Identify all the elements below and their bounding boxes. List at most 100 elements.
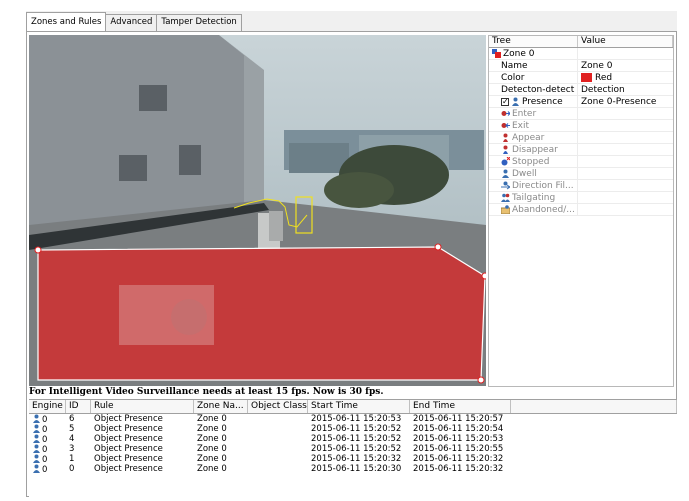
tree-row[interactable]: Exit [489,119,673,132]
event-cell-start: 2015-06-11 15:20:32 [308,454,410,464]
tab-tamper-detection[interactable]: Tamper Detection [156,14,242,31]
value-column-header[interactable]: Value [578,36,673,47]
tree-row[interactable]: Dwell [489,167,673,180]
event-cell-object-class [248,454,308,464]
tree-row[interactable]: Color Red [489,71,673,84]
camera-scene [29,35,486,386]
person-icon [32,454,41,463]
tree-cell-value[interactable]: Zone 0 [578,61,673,71]
event-cell-end: 2015-06-11 15:20:53 [410,434,511,444]
event-cell-text: Object Presence [94,444,163,454]
tree-cell-label: Stopped [489,155,578,168]
tree-column-header[interactable]: Tree [489,36,578,47]
dwell-icon [501,169,510,178]
event-cell-zone: Zone 0 [194,424,248,434]
tree-row[interactable]: Detecton-detect Detection [489,83,673,96]
event-cell-text: 2015-06-11 15:20:54 [413,424,504,434]
col-id[interactable]: ID [66,400,91,413]
tree-row[interactable]: ✓ Presence Zone 0-Presence [489,95,673,108]
tab-advanced[interactable]: Advanced [105,14,158,31]
event-cell-text: 2015-06-11 15:20:52 [311,424,402,434]
event-cell-object-class [248,434,308,444]
fps-status-text: For Intelligent Video Surveillance needs… [29,387,384,397]
tree-row-label: Direction Fil... [512,180,574,191]
tree-row[interactable]: Abandoned/... [489,203,673,216]
camera-view[interactable] [29,35,486,386]
tree-cell-label: Color [489,71,578,84]
enter-icon [501,109,511,118]
tree-cell-label: Direction Fil... [489,179,578,192]
event-row[interactable]: 0 5 Object Presence Zone 0 2015-06-11 15:20:… [29,424,677,434]
col-end-time[interactable]: End Time [410,400,511,413]
col-engine[interactable]: Engine [29,400,66,413]
event-cell-text: 3 [69,444,75,454]
tree-row[interactable]: Enter [489,107,673,120]
tree-row[interactable]: Tailgating [489,191,673,204]
tree-row[interactable]: Appear [489,131,673,144]
tree-row[interactable]: Name Zone 0 [489,59,673,72]
rule-checkbox[interactable]: ✓ [501,97,509,106]
direction-filter-icon [501,181,511,190]
col-start-time[interactable]: Start Time [308,400,410,413]
event-cell-start: 2015-06-11 15:20:30 [308,464,410,474]
col-filler [511,400,677,413]
tree-cell-label: Appear [489,131,578,144]
color-swatch [581,73,592,82]
rule-tree-grid: Tree Value Zone 0 Name Zone 0 Color Red Detec… [488,35,674,387]
tree-row-label: Appear [512,132,545,143]
event-cell-end: 2015-06-11 15:20:55 [410,444,511,454]
tree-cell-label: Exit [489,119,578,132]
tab-zones-and-rules[interactable]: Zones and Rules [26,12,107,31]
event-cell-text: 6 [69,414,75,424]
event-cell-id: 4 [66,434,91,444]
tab-bar: Zones and Rules Advanced Tamper Detectio… [26,12,242,32]
tree-cell-value[interactable]: Detection [578,85,673,95]
event-cell-text: 2015-06-11 15:20:52 [311,444,402,454]
event-cell-text: Zone 0 [197,424,227,434]
stopped-icon [501,156,511,166]
col-rule[interactable]: Rule [91,400,194,413]
events-table: Engine ID Rule Zone Na... Object Class S… [29,399,677,497]
tailgating-icon [501,193,510,202]
tree-row[interactable]: Direction Fil... [489,179,673,192]
tree-row[interactable]: Zone 0 [489,47,673,60]
event-cell-start: 2015-06-11 15:20:53 [308,414,410,424]
event-cell-zone: Zone 0 [194,414,248,424]
event-cell-text: 0 [42,445,48,454]
event-cell-rule: Object Presence [91,414,194,424]
event-cell-object-class [248,464,308,474]
tree-row-value: Zone 0 [581,60,613,71]
person-icon [32,444,41,453]
event-cell-text: 2015-06-11 15:20:55 [413,444,504,454]
event-row[interactable]: 0 0 Object Presence Zone 0 2015-06-11 15:20:… [29,464,677,474]
event-row[interactable]: 0 6 Object Presence Zone 0 2015-06-11 15:20:… [29,414,677,424]
event-cell-rule: Object Presence [91,454,194,464]
event-row[interactable]: 0 4 Object Presence Zone 0 2015-06-11 15:20:… [29,434,677,444]
event-cell-end: 2015-06-11 15:20:54 [410,424,511,434]
event-cell-text: 5 [69,424,75,434]
tree-row[interactable]: Disappear [489,143,673,156]
tree-row[interactable]: Stopped [489,155,673,168]
event-cell-text: 2015-06-11 15:20:53 [311,414,402,424]
event-cell-start: 2015-06-11 15:20:52 [308,444,410,454]
tree-cell-label: ✓ Presence [489,95,578,108]
event-cell-object-class [248,444,308,454]
col-zone-name[interactable]: Zone Na... [194,400,248,413]
event-cell-start: 2015-06-11 15:20:52 [308,424,410,434]
tree-header: Tree Value [489,36,673,48]
tree-cell-label: Tailgating [489,191,578,204]
event-cell-rule: Object Presence [91,444,194,454]
tree-cell-label: Zone 0 [489,47,578,60]
tree-cell-value[interactable]: Red [578,73,673,83]
event-cell-engine: 0 [29,424,66,434]
event-cell-end: 2015-06-11 15:20:32 [410,454,511,464]
tree-cell-label: Abandoned/... [489,203,578,216]
event-cell-text: 1 [69,454,75,464]
col-object-class[interactable]: Object Class [248,400,308,413]
event-row[interactable]: 0 3 Object Presence Zone 0 2015-06-11 15:20:… [29,444,677,454]
tree-cell-value[interactable]: Zone 0-Presence [578,97,673,107]
person-icon [32,434,41,443]
event-row[interactable]: 0 1 Object Presence Zone 0 2015-06-11 15:20:… [29,454,677,464]
event-cell-object-class [248,424,308,434]
event-cell-start: 2015-06-11 15:20:52 [308,434,410,444]
